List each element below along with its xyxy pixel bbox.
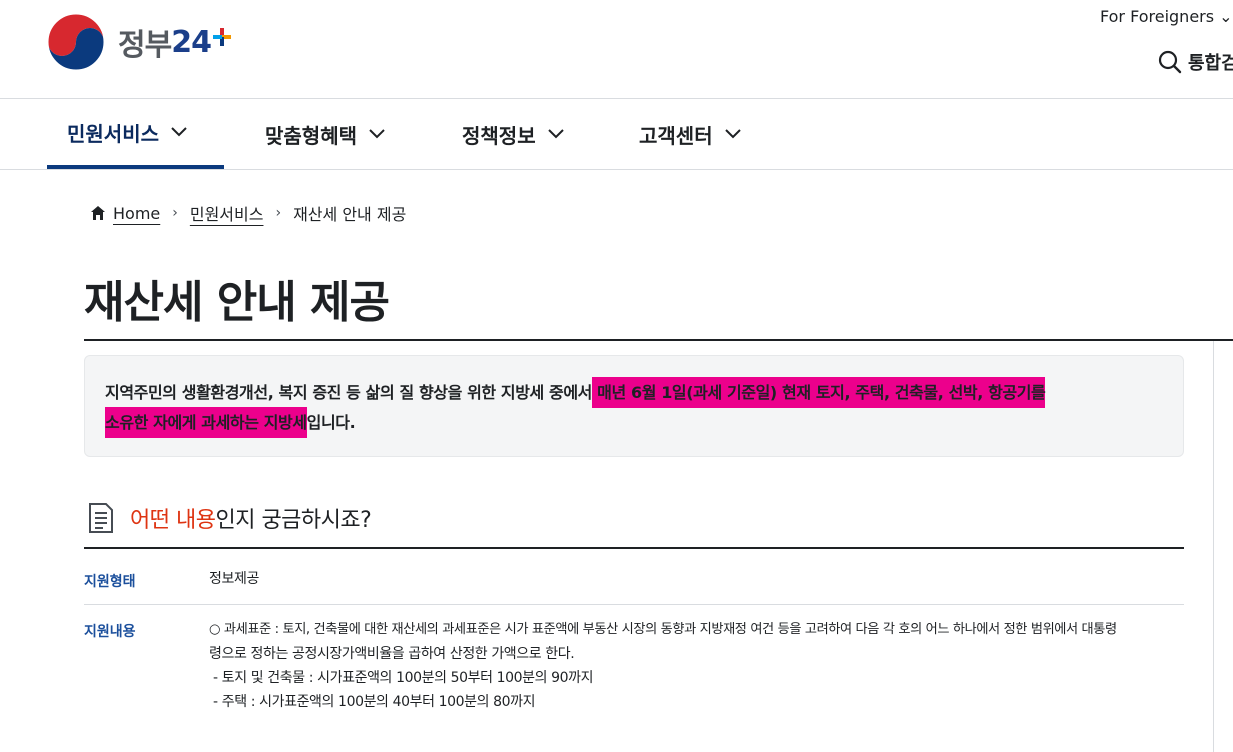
summary-highlight-2: 소유한 자에게 과세하는 지방세: [105, 407, 307, 438]
logo-text-num: 24: [171, 24, 212, 60]
summary-text: 지역주민의 생활환경개선, 복지 증진 등 삶의 질 향상을 위한 지방세 중에…: [105, 377, 1165, 438]
title-divider: [84, 339, 1233, 341]
chevron-down-icon: [369, 129, 385, 139]
site-header: 정부 24 For Foreigners ⌄ 통합검: [0, 0, 1233, 99]
row-label: 지원내용: [84, 624, 136, 640]
breadcrumb-current: 재산세 안내 제공: [293, 205, 407, 224]
chevron-down-icon: [547, 129, 564, 139]
row-label: 지원형태: [84, 574, 136, 590]
section-heading: 어떤 내용인지 궁금하시죠?: [88, 502, 372, 534]
chevron-right-icon: ›: [172, 205, 178, 221]
summary-box: 지역주민의 생활환경개선, 복지 증진 등 삶의 질 향상을 위한 지방세 중에…: [84, 355, 1184, 457]
chevron-down-icon: ⌄: [1219, 7, 1233, 26]
page-title: 재산세 안내 제공: [84, 277, 390, 328]
breadcrumb: Home › 민원서비스 › 재산세 안내 제공: [90, 201, 406, 225]
nav-item-label: 맞춤형혜택: [265, 123, 357, 148]
chevron-right-icon: ›: [275, 205, 282, 221]
plus-icon: [212, 28, 231, 46]
nav-item-label: 정책정보: [462, 123, 536, 148]
breadcrumb-home-link[interactable]: Home: [113, 204, 160, 223]
for-foreigners-label: For Foreigners: [1100, 7, 1215, 26]
chevron-down-icon: [171, 127, 187, 137]
summary-part1: 지역주민의 생활환경개선, 복지 증진 등 삶의 질 향상을 위한 지방세 중에…: [105, 383, 592, 402]
main-nav: 민원서비스 맞춤형혜택 정책정보 고객센터: [0, 99, 1233, 170]
taegeuk-logo-icon: [47, 13, 105, 71]
nav-item-customer-center[interactable]: 고객센터: [639, 99, 741, 169]
chevron-down-icon: [724, 129, 741, 139]
content-line: ○ 과세표준 : 토지, 건축물에 대한 재산세의 과세표준은 시가 표준액에 …: [209, 622, 1117, 637]
nav-item-custom-benefits[interactable]: 맞춤형혜택: [265, 99, 385, 169]
content-line: - 토지 및 건축물 : 시가표준액의 100분의 50부터 100분의 90까…: [209, 670, 594, 686]
row-value: 정보제공: [209, 571, 259, 587]
nav-item-label: 고객센터: [639, 123, 713, 148]
section-divider: [84, 547, 1184, 549]
nav-item-label: 민원서비스: [67, 121, 159, 146]
nav-item-policy-info[interactable]: 정책정보: [462, 99, 564, 169]
nav-item-civil-service[interactable]: 민원서비스: [47, 99, 224, 169]
summary-part2: 입니다.: [306, 413, 356, 432]
integrated-search-button[interactable]: 통합검: [1158, 49, 1233, 75]
search-label: 통합검: [1188, 53, 1233, 74]
section-title-accent: 어떤 내용: [130, 508, 216, 533]
content-line: 령으로 정하는 공정시장가액비율을 곱하여 산정한 가액으로 한다.: [209, 646, 575, 662]
section-title: 어떤 내용인지 궁금하시죠?: [130, 502, 372, 534]
site-logo[interactable]: 정부 24: [46, 12, 231, 72]
content-line: - 주택 : 시가표준액의 100분의 40부터 100분의 80까지: [209, 694, 536, 710]
for-foreigners-link[interactable]: For Foreigners ⌄: [1100, 7, 1233, 26]
row-value: ○ 과세표준 : 토지, 건축물에 대한 재산세의 과세표준은 시가 표준액에 …: [209, 618, 1184, 714]
search-icon: [1158, 50, 1182, 74]
section-title-rest: 인지 궁금하시죠?: [215, 508, 372, 533]
breadcrumb-civil-service-link[interactable]: 민원서비스: [190, 201, 264, 225]
logo-text-ko: 정부: [118, 28, 172, 63]
sidebar-divider: [1213, 341, 1214, 752]
logo-wordmark: 정부 24: [118, 20, 231, 64]
home-icon: [91, 206, 105, 220]
row-divider: [84, 604, 1184, 605]
summary-highlight-1: 매년 6월 1일(과세 기준일) 현재 토지, 주택, 건축물, 선박, 항공기…: [591, 377, 1046, 408]
document-icon: [89, 503, 113, 533]
